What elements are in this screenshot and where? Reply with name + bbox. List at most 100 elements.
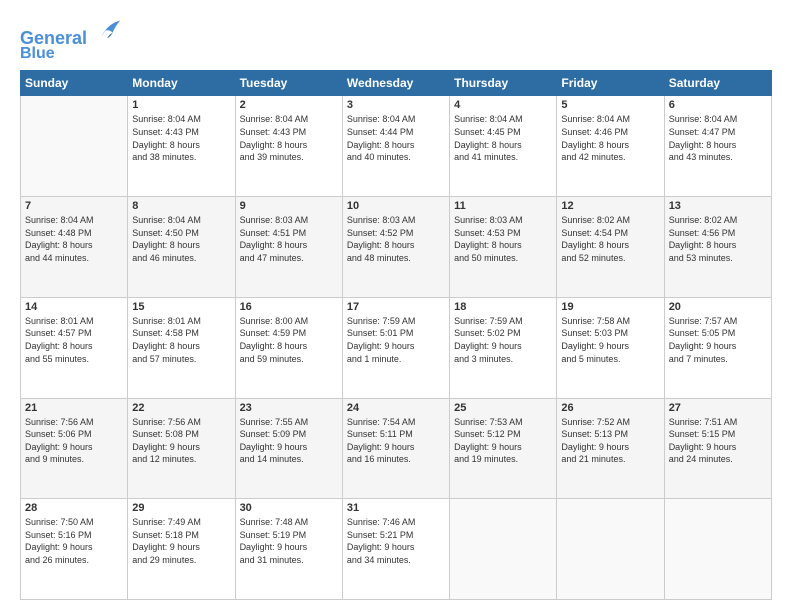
day-info: Sunrise: 7:54 AM Sunset: 5:11 PM Dayligh… — [347, 416, 445, 466]
col-tuesday: Tuesday — [235, 71, 342, 96]
calendar-cell — [557, 499, 664, 600]
day-number: 20 — [669, 301, 767, 313]
day-info: Sunrise: 7:50 AM Sunset: 5:16 PM Dayligh… — [25, 516, 123, 566]
calendar-cell: 2 Sunrise: 8:04 AM Sunset: 4:43 PM Daylig… — [235, 96, 342, 197]
calendar-cell: 20 Sunrise: 7:57 AM Sunset: 5:05 PM Dayli… — [664, 297, 771, 398]
col-wednesday: Wednesday — [342, 71, 449, 96]
calendar-cell: 14 Sunrise: 8:01 AM Sunset: 4:57 PM Dayli… — [21, 297, 128, 398]
day-number: 8 — [132, 200, 230, 212]
day-number: 11 — [454, 200, 552, 212]
calendar-cell — [21, 96, 128, 197]
calendar-header-row: Sunday Monday Tuesday Wednesday Thursday… — [21, 71, 772, 96]
calendar-cell — [664, 499, 771, 600]
calendar-cell: 28 Sunrise: 7:50 AM Sunset: 5:16 PM Dayli… — [21, 499, 128, 600]
day-info: Sunrise: 7:57 AM Sunset: 5:05 PM Dayligh… — [669, 315, 767, 365]
col-saturday: Saturday — [664, 71, 771, 96]
day-info: Sunrise: 7:49 AM Sunset: 5:18 PM Dayligh… — [132, 516, 230, 566]
day-number: 17 — [347, 301, 445, 313]
day-info: Sunrise: 8:02 AM Sunset: 4:56 PM Dayligh… — [669, 214, 767, 264]
day-number: 14 — [25, 301, 123, 313]
calendar-table: Sunday Monday Tuesday Wednesday Thursday… — [20, 70, 772, 600]
calendar-cell: 21 Sunrise: 7:56 AM Sunset: 5:06 PM Dayli… — [21, 398, 128, 499]
day-number: 29 — [132, 502, 230, 514]
day-info: Sunrise: 8:01 AM Sunset: 4:58 PM Dayligh… — [132, 315, 230, 365]
calendar-cell: 10 Sunrise: 8:03 AM Sunset: 4:52 PM Dayli… — [342, 197, 449, 298]
calendar-cell: 31Sunrise: 7:46 AM Sunset: 5:21 PM Dayli… — [342, 499, 449, 600]
calendar-cell: 8 Sunrise: 8:04 AM Sunset: 4:50 PM Daylig… — [128, 197, 235, 298]
day-info: Sunrise: 7:56 AM Sunset: 5:08 PM Dayligh… — [132, 416, 230, 466]
day-info: Sunrise: 8:04 AM Sunset: 4:50 PM Dayligh… — [132, 214, 230, 264]
day-info: Sunrise: 8:04 AM Sunset: 4:45 PM Dayligh… — [454, 113, 552, 163]
day-number: 31 — [347, 502, 445, 514]
day-number: 24 — [347, 402, 445, 414]
day-info: Sunrise: 7:59 AM Sunset: 5:02 PM Dayligh… — [454, 315, 552, 365]
day-number: 2 — [240, 99, 338, 111]
day-info: Sunrise: 8:03 AM Sunset: 4:53 PM Dayligh… — [454, 214, 552, 264]
day-info: Sunrise: 8:04 AM Sunset: 4:47 PM Dayligh… — [669, 113, 767, 163]
calendar-cell: 17 Sunrise: 7:59 AM Sunset: 5:01 PM Dayli… — [342, 297, 449, 398]
calendar-cell: 27 Sunrise: 7:51 AM Sunset: 5:15 PM Dayli… — [664, 398, 771, 499]
calendar-cell: 22 Sunrise: 7:56 AM Sunset: 5:08 PM Dayli… — [128, 398, 235, 499]
day-info: Sunrise: 8:01 AM Sunset: 4:57 PM Dayligh… — [25, 315, 123, 365]
calendar-cell: 5Sunrise: 8:04 AM Sunset: 4:46 PM Daylig… — [557, 96, 664, 197]
day-number: 10 — [347, 200, 445, 212]
day-info: Sunrise: 8:04 AM Sunset: 4:43 PM Dayligh… — [240, 113, 338, 163]
day-number: 27 — [669, 402, 767, 414]
calendar-cell: 19 Sunrise: 7:58 AM Sunset: 5:03 PM Dayli… — [557, 297, 664, 398]
day-number: 6 — [669, 99, 767, 111]
day-info: Sunrise: 7:59 AM Sunset: 5:01 PM Dayligh… — [347, 315, 445, 365]
logo-bird-icon — [94, 16, 122, 44]
day-number: 3 — [347, 99, 445, 111]
calendar-cell: 12 Sunrise: 8:02 AM Sunset: 4:54 PM Dayli… — [557, 197, 664, 298]
day-number: 25 — [454, 402, 552, 414]
calendar-cell: 1 Sunrise: 8:04 AM Sunset: 4:43 PM Daylig… — [128, 96, 235, 197]
day-info: Sunrise: 8:03 AM Sunset: 4:52 PM Dayligh… — [347, 214, 445, 264]
calendar-cell: 25Sunrise: 7:53 AM Sunset: 5:12 PM Dayli… — [450, 398, 557, 499]
day-number: 9 — [240, 200, 338, 212]
calendar-week-row: 7 Sunrise: 8:04 AM Sunset: 4:48 PM Daylig… — [21, 197, 772, 298]
calendar-cell: 18 Sunrise: 7:59 AM Sunset: 5:02 PM Dayli… — [450, 297, 557, 398]
col-monday: Monday — [128, 71, 235, 96]
calendar-cell: 3 Sunrise: 8:04 AM Sunset: 4:44 PM Daylig… — [342, 96, 449, 197]
day-number: 5 — [561, 99, 659, 111]
col-thursday: Thursday — [450, 71, 557, 96]
day-number: 26 — [561, 402, 659, 414]
day-info: Sunrise: 7:56 AM Sunset: 5:06 PM Dayligh… — [25, 416, 123, 466]
col-sunday: Sunday — [21, 71, 128, 96]
page-header: General Blue — [20, 16, 772, 62]
day-number: 15 — [132, 301, 230, 313]
calendar-cell: 15 Sunrise: 8:01 AM Sunset: 4:58 PM Dayli… — [128, 297, 235, 398]
day-number: 28 — [25, 502, 123, 514]
calendar-cell: 16 Sunrise: 8:00 AM Sunset: 4:59 PM Dayli… — [235, 297, 342, 398]
day-number: 12 — [561, 200, 659, 212]
day-number: 7 — [25, 200, 123, 212]
day-info: Sunrise: 7:58 AM Sunset: 5:03 PM Dayligh… — [561, 315, 659, 365]
calendar-week-row: 21 Sunrise: 7:56 AM Sunset: 5:06 PM Dayli… — [21, 398, 772, 499]
calendar-week-row: 14 Sunrise: 8:01 AM Sunset: 4:57 PM Dayli… — [21, 297, 772, 398]
day-number: 18 — [454, 301, 552, 313]
calendar-cell: 11 Sunrise: 8:03 AM Sunset: 4:53 PM Dayli… — [450, 197, 557, 298]
day-info: Sunrise: 8:02 AM Sunset: 4:54 PM Dayligh… — [561, 214, 659, 264]
day-number: 1 — [132, 99, 230, 111]
day-number: 13 — [669, 200, 767, 212]
day-info: Sunrise: 7:48 AM Sunset: 5:19 PM Dayligh… — [240, 516, 338, 566]
day-info: Sunrise: 8:04 AM Sunset: 4:48 PM Dayligh… — [25, 214, 123, 264]
day-info: Sunrise: 8:03 AM Sunset: 4:51 PM Dayligh… — [240, 214, 338, 264]
day-number: 23 — [240, 402, 338, 414]
day-number: 21 — [25, 402, 123, 414]
day-info: Sunrise: 7:52 AM Sunset: 5:13 PM Dayligh… — [561, 416, 659, 466]
day-info: Sunrise: 8:04 AM Sunset: 4:44 PM Dayligh… — [347, 113, 445, 163]
day-number: 22 — [132, 402, 230, 414]
calendar-cell: 24 Sunrise: 7:54 AM Sunset: 5:11 PM Dayli… — [342, 398, 449, 499]
day-number: 16 — [240, 301, 338, 313]
day-number: 4 — [454, 99, 552, 111]
day-info: Sunrise: 8:04 AM Sunset: 4:43 PM Dayligh… — [132, 113, 230, 163]
calendar-cell: 9 Sunrise: 8:03 AM Sunset: 4:51 PM Daylig… — [235, 197, 342, 298]
day-info: Sunrise: 8:00 AM Sunset: 4:59 PM Dayligh… — [240, 315, 338, 365]
logo-text: General — [20, 16, 122, 49]
calendar-week-row: 1 Sunrise: 8:04 AM Sunset: 4:43 PM Daylig… — [21, 96, 772, 197]
col-friday: Friday — [557, 71, 664, 96]
calendar-cell: 30Sunrise: 7:48 AM Sunset: 5:19 PM Dayli… — [235, 499, 342, 600]
day-info: Sunrise: 7:51 AM Sunset: 5:15 PM Dayligh… — [669, 416, 767, 466]
day-number: 19 — [561, 301, 659, 313]
